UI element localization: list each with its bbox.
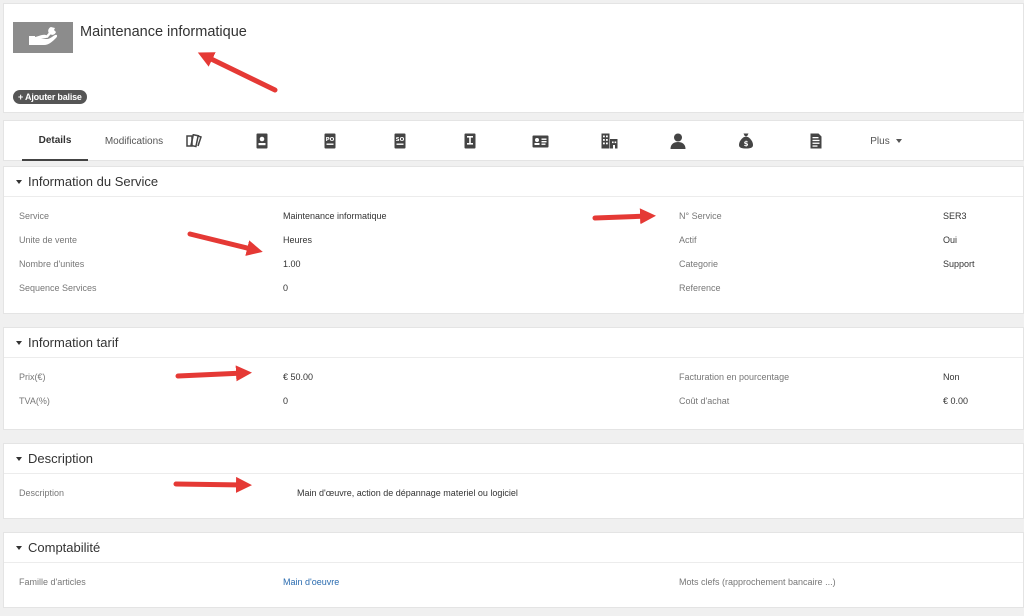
tab-bar: Details Modifications PO SO $ Plus — [3, 120, 1024, 161]
tab-purchase-orders[interactable]: PO — [310, 121, 350, 161]
tab-payments[interactable]: $ — [726, 121, 766, 161]
tab-organizations[interactable] — [589, 121, 629, 161]
description-header[interactable]: Description — [4, 444, 1023, 474]
organization-icon — [601, 133, 618, 149]
section-title: Information tarif — [28, 335, 119, 350]
vat-label: TVA(%) — [19, 396, 50, 406]
section-title: Information du Service — [28, 174, 159, 189]
percent-billing-value[interactable]: Non — [943, 372, 960, 382]
tab-details[interactable]: Details — [22, 121, 88, 161]
bank-keywords-label: Mots clefs (rapprochement bancaire ...) — [679, 577, 836, 587]
tab-price-books[interactable] — [174, 121, 214, 161]
service-hand-wrench-icon — [13, 22, 73, 53]
sales-order-icon: SO — [394, 133, 406, 149]
document-icon — [810, 133, 822, 149]
service-sequence-value[interactable]: 0 — [283, 283, 288, 293]
unit-count-value[interactable]: 1.00 — [283, 259, 301, 269]
tab-users[interactable] — [658, 121, 698, 161]
collapse-triangle-icon — [16, 456, 22, 461]
tab-documents[interactable] — [796, 121, 836, 161]
sales-unit-label: Unite de vente — [19, 235, 78, 245]
section-title: Description — [28, 451, 94, 466]
service-info-section: Information du Service Service Maintenan… — [3, 166, 1024, 314]
user-icon — [670, 133, 686, 149]
pricing-info-section: Information tarif Prix(€) € 50.00 TVA(%)… — [3, 327, 1024, 430]
tab-contacts[interactable] — [242, 121, 282, 161]
reference-label: Reference — [679, 283, 721, 293]
purchase-cost-label: Coût d'achat — [679, 396, 730, 406]
price-value[interactable]: € 50.00 — [283, 372, 313, 382]
tab-vcards[interactable] — [520, 121, 560, 161]
sales-unit-value[interactable]: Heures — [283, 235, 312, 245]
collapse-triangle-icon — [16, 340, 22, 345]
price-label: Prix(€) — [19, 372, 46, 382]
service-number-value: SER3 — [943, 211, 967, 221]
money-bag-icon: $ — [739, 133, 753, 149]
description-label: Description — [19, 488, 65, 498]
collapse-triangle-icon — [16, 179, 22, 184]
description-value[interactable]: Main d'œuvre, action de dépannage materi… — [297, 488, 518, 498]
add-tag-button[interactable]: + Ajouter balise — [13, 90, 87, 104]
more-tabs-dropdown[interactable]: Plus — [860, 121, 912, 161]
more-tabs-label: Plus — [870, 135, 890, 147]
purchase-order-icon: PO — [324, 133, 336, 149]
description-section: Description Description Main d'œuvre, ac… — [3, 443, 1024, 519]
service-value[interactable]: Maintenance informatique — [283, 211, 387, 221]
tab-invoices[interactable] — [450, 121, 490, 161]
record-header: Maintenance informatique + Ajouter balis… — [3, 3, 1024, 113]
accounting-header[interactable]: Comptabilité — [4, 533, 1023, 563]
vat-value[interactable]: 0 — [283, 396, 288, 406]
tab-modifications[interactable]: Modifications — [96, 121, 172, 161]
page-title: Maintenance informatique — [80, 24, 247, 40]
unit-count-label: Nombre d'unites — [19, 259, 85, 269]
percent-billing-label: Facturation en pourcentage — [679, 372, 790, 382]
tab-sales-orders[interactable]: SO — [380, 121, 420, 161]
collapse-triangle-icon — [16, 545, 22, 550]
svg-text:PO: PO — [326, 137, 335, 143]
category-label: Categorie — [679, 259, 719, 269]
active-label: Actif — [679, 235, 697, 245]
service-number-label: N° Service — [679, 211, 722, 221]
pricing-info-header[interactable]: Information tarif — [4, 328, 1023, 358]
invoice-icon — [464, 133, 476, 149]
svg-text:SO: SO — [396, 137, 405, 143]
service-label: Service — [19, 211, 50, 221]
section-title: Comptabilité — [28, 540, 101, 555]
item-family-link[interactable]: Main d'oeuvre — [283, 577, 339, 587]
service-sequence-label: Sequence Services — [19, 283, 97, 293]
active-value[interactable]: Oui — [943, 235, 957, 245]
service-info-header[interactable]: Information du Service — [4, 167, 1023, 197]
category-value[interactable]: Support — [943, 259, 975, 269]
svg-text:$: $ — [744, 140, 749, 148]
caret-down-icon — [895, 139, 902, 143]
price-books-icon — [186, 134, 202, 148]
vcard-icon — [532, 135, 549, 148]
purchase-cost-value[interactable]: € 0.00 — [943, 396, 968, 406]
contacts-icon — [256, 133, 268, 149]
item-family-label: Famille d'articles — [19, 577, 86, 587]
accounting-section: Comptabilité Famille d'articles Main d'o… — [3, 532, 1024, 608]
